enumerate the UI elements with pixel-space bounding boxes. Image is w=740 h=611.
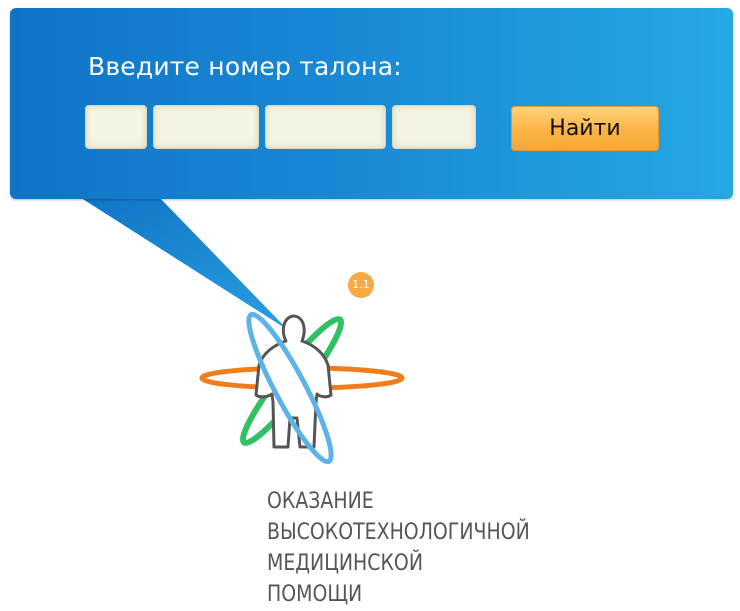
caption-line-1: ОКАЗАНИЕ bbox=[267, 489, 374, 514]
ticket-search-panel: Введите номер талона: Найти bbox=[10, 8, 733, 199]
caption-line-3: МЕДИЦИНСКОЙ bbox=[267, 551, 423, 576]
caption-line-2: ВЫСОКОТЕХНОЛОГИЧНОЙ bbox=[267, 520, 530, 545]
page: Введите номер талона: Найти 1.1 ОКАЗАНИЕ… bbox=[0, 0, 740, 611]
ticket-prompt: Введите номер талона: bbox=[88, 52, 402, 81]
ticket-field-2[interactable] bbox=[153, 105, 259, 149]
version-badge: 1.1 bbox=[348, 272, 374, 298]
ticket-field-4[interactable] bbox=[392, 105, 476, 149]
ticket-field-3[interactable] bbox=[265, 105, 386, 149]
caption-line-4: ПОМОЩИ bbox=[267, 582, 363, 607]
logo-caption: ОКАЗАНИЕ ВЫСОКОТЕХНОЛОГИЧНОЙ МЕДИЦИНСКОЙ… bbox=[267, 486, 663, 610]
medical-care-logo-icon bbox=[199, 311, 405, 465]
ticket-field-1[interactable] bbox=[85, 105, 147, 149]
find-button[interactable]: Найти bbox=[511, 106, 659, 151]
